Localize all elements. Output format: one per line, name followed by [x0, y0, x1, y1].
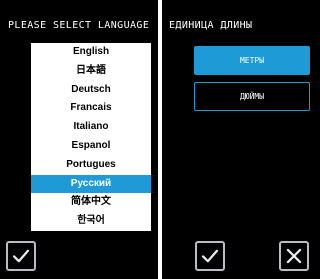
language-item-german[interactable]: Deutsch — [31, 81, 151, 100]
language-item-russian[interactable]: Русский — [31, 174, 151, 194]
close-icon — [286, 248, 302, 264]
unit-confirm-button[interactable] — [195, 241, 225, 271]
language-item-italian[interactable]: Italiano — [31, 118, 151, 137]
language-list: English 日本語 Deutsch Francais Italiano Es… — [31, 43, 151, 231]
language-item-english[interactable]: English — [31, 43, 151, 62]
language-item-japanese[interactable]: 日本語 — [31, 62, 151, 81]
length-unit-panel: ЕДИНИЦА ДЛИНЫ МЕТРЫ ДЮЙМЫ — [162, 0, 320, 279]
language-item-french[interactable]: Francais — [31, 99, 151, 118]
language-item-korean[interactable]: 한국어 — [31, 212, 151, 231]
unit-cancel-button[interactable] — [279, 241, 309, 271]
language-item-chinese[interactable]: 简体中文 — [31, 193, 151, 212]
unit-option-meters[interactable]: МЕТРЫ — [194, 46, 310, 75]
checkmark-icon — [12, 249, 30, 263]
checkmark-icon — [201, 249, 219, 263]
language-confirm-button[interactable] — [6, 241, 36, 271]
unit-panel-title: ЕДИНИЦА ДЛИНЫ — [169, 20, 253, 31]
language-select-panel: PLEASE SELECT LANGUAGE English 日本語 Deuts… — [0, 0, 158, 279]
language-panel-title: PLEASE SELECT LANGUAGE — [8, 20, 150, 31]
language-item-spanish[interactable]: Espanol — [31, 137, 151, 156]
unit-option-inches[interactable]: ДЮЙМЫ — [194, 82, 310, 111]
language-item-portuguese[interactable]: Portugues — [31, 156, 151, 175]
